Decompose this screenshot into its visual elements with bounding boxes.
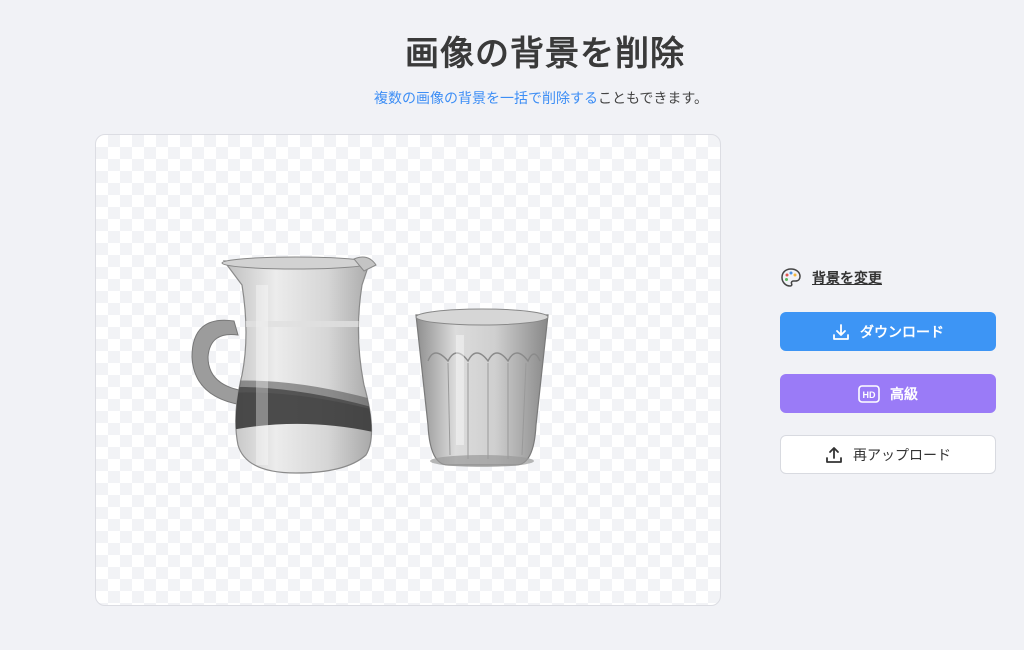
- download-button[interactable]: ダウンロード: [780, 312, 996, 351]
- subtitle-rest: こともできます。: [597, 91, 709, 107]
- page-title: 画像の背景を削除: [405, 34, 685, 74]
- change-background-label: 背景を変更: [812, 271, 882, 287]
- reupload-label: 再アップロード: [853, 447, 951, 464]
- palette-icon: [780, 267, 802, 289]
- hd-badge-icon: HD: [858, 384, 880, 403]
- download-label: ダウンロード: [860, 324, 944, 341]
- reupload-button[interactable]: 再アップロード: [780, 435, 996, 474]
- page-subtitle: 複数の画像の背景を一括で削除することもできます。: [0, 88, 1024, 108]
- download-icon: [832, 323, 850, 341]
- pitcher-image: [191, 256, 377, 474]
- result-image: [191, 256, 549, 474]
- page: 画像の背景を削除 複数の画像の背景を一括で削除することもできます。 背景を変更 …: [0, 0, 1024, 650]
- image-preview: [95, 134, 721, 606]
- batch-remove-link[interactable]: 複数の画像の背景を一括で削除する: [374, 91, 598, 107]
- change-background-link[interactable]: 背景を変更: [780, 266, 882, 290]
- hd-button[interactable]: HD 高級: [780, 374, 996, 413]
- hd-badge-text: HD: [863, 390, 876, 400]
- upload-icon: [825, 446, 843, 464]
- glass-image: [415, 308, 549, 467]
- hd-label: 高級: [890, 386, 918, 403]
